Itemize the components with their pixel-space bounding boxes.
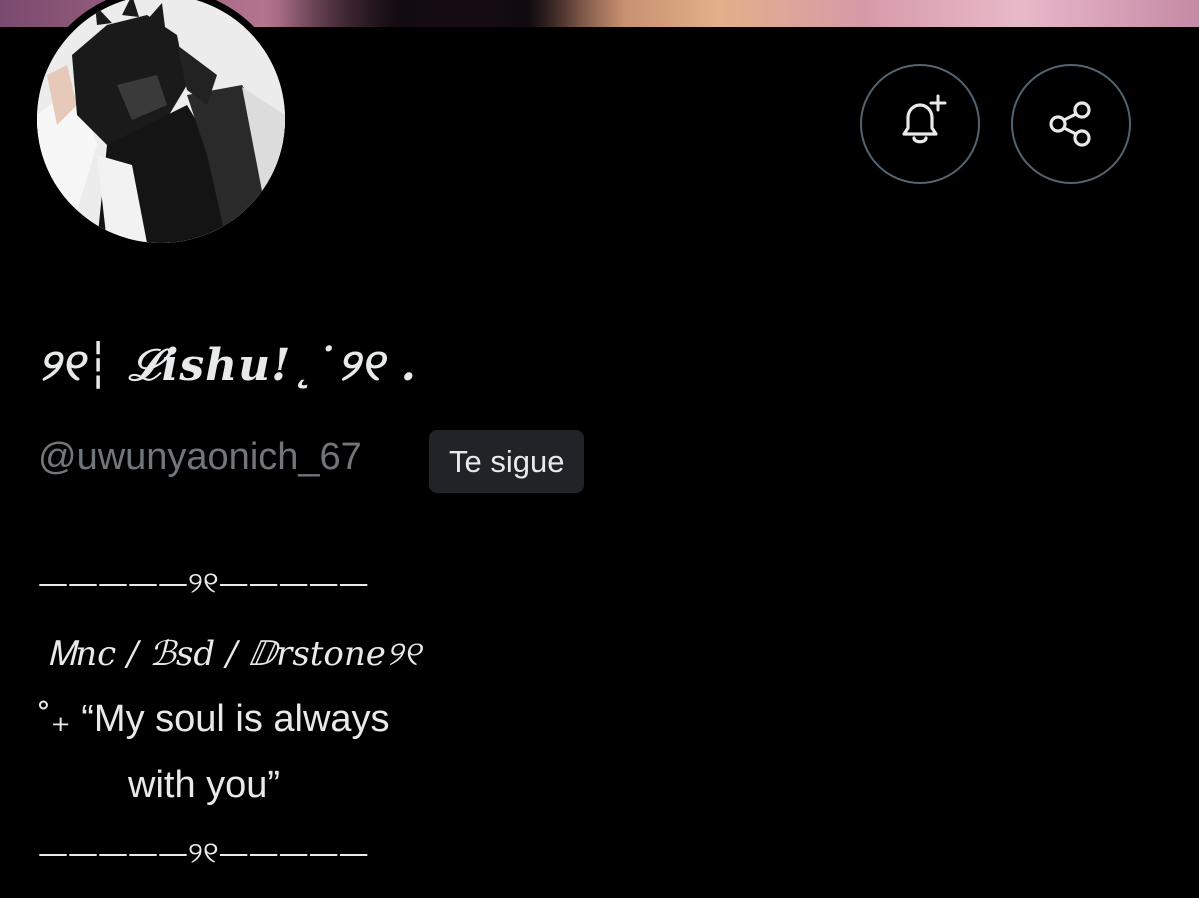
bio-divider-bottom: —————୨୧————— (38, 836, 369, 871)
username-handle: @uwunyaonich_67 (38, 436, 362, 478)
avatar[interactable] (37, 0, 285, 243)
share-button[interactable] (1011, 64, 1131, 184)
bio-fandoms: Ꮇnc / ℬsd / ⅅrstone୨୧ (48, 634, 421, 674)
bell-plus-icon (902, 94, 947, 144)
bio-divider-top: —————୨୧————— (38, 566, 369, 601)
share-icon (1049, 101, 1091, 147)
banner-artwork-shadow (280, 0, 580, 27)
display-name: ୨୧┆ ℒishu!˛˙୨୧ . (38, 340, 417, 391)
bio-quote-line-2: with you” (128, 764, 281, 806)
follows-you-badge: Te sigue (429, 430, 585, 493)
notify-button[interactable] (860, 64, 980, 184)
avatar-artwork (37, 0, 285, 243)
bio-quote-line-1: ˚₊ “My soul is always (38, 698, 390, 740)
